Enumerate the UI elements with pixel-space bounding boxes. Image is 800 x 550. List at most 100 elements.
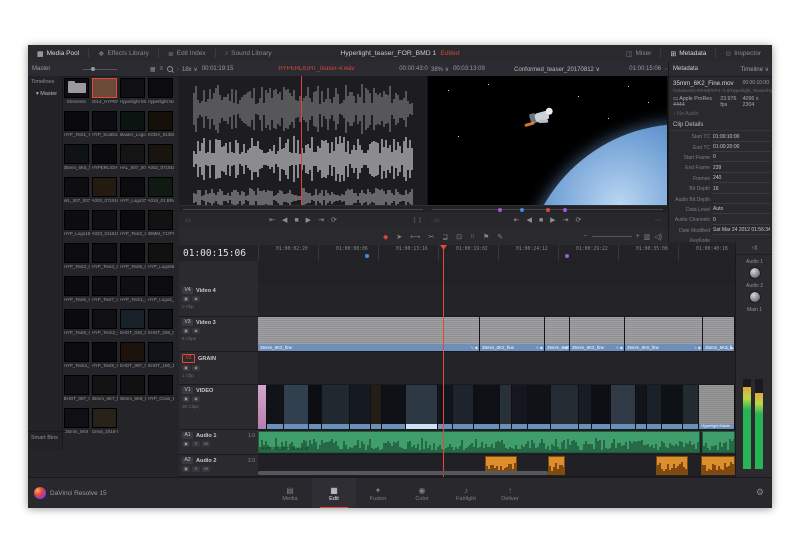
in-out-icons[interactable]: ⟦ ⟧ (413, 217, 421, 224)
metadata-preset-select[interactable]: Timeline ∨ (740, 66, 769, 73)
track-lane-v1[interactable]: Hyperlight Maste... (258, 385, 735, 430)
track-control-icon[interactable]: M (202, 441, 210, 447)
search-icon[interactable] (167, 66, 173, 72)
media-clip[interactable]: HYP_Logo2_HA... (147, 276, 174, 309)
insert-clip-icon[interactable]: ⊒ (438, 233, 452, 241)
timeline-audio-clip-a2[interactable] (701, 456, 735, 475)
timeline-clip-v1[interactable] (284, 385, 309, 429)
track-header-a1[interactable]: A1 Audio 1 1.0 ▣ S M (179, 430, 258, 455)
meters-header-icon[interactable]: ◁) (736, 242, 772, 255)
timeline-name-select[interactable]: Conformed_teaser_20170812 ∨ (489, 66, 626, 73)
zoom-out-icon[interactable]: − (583, 233, 587, 240)
page-tab-color[interactable]: ◉ Color (400, 478, 444, 508)
go-to-first-frame-button[interactable]: ⇤ (269, 216, 275, 224)
timeline-clip-v1[interactable] (370, 385, 382, 429)
media-clip[interactable]: 2014_HYPERLIGH... (91, 78, 118, 111)
media-clip[interactable]: HYPERLIGHT_te... (91, 144, 118, 177)
media-clip[interactable]: HYP_Text4_Outp... (91, 243, 118, 276)
track-badge[interactable]: V1 (182, 387, 193, 394)
media-clip[interactable]: WL_007_0070_la... (63, 177, 90, 210)
play-reverse-button[interactable]: ◀ (282, 216, 287, 224)
track-header-v2[interactable]: V2 GRAIN ▣ ◉ 1 Clip (179, 352, 258, 385)
page-tab-fairlight[interactable]: ♪ Fairlight (444, 478, 488, 508)
timeline-clip-v3[interactable]: 35mm_6K0_fine∿ ◆ (625, 317, 703, 351)
timeline-audio-clip-a2[interactable] (656, 456, 688, 475)
media-clip[interactable]: HYP_Text3_Outp... (63, 243, 90, 276)
track-control-icon[interactable]: ▣ (182, 296, 190, 302)
metadata-field-value[interactable] (713, 195, 770, 205)
source-zoom-select[interactable]: 18x ∨ (182, 66, 198, 73)
timeline-clip-v3[interactable]: 35mm_6K2_fine ∿ ◆ (570, 317, 625, 351)
timeline-clip-v1[interactable] (646, 385, 662, 429)
media-clip[interactable]: HYP_Text6_Outp... (63, 276, 90, 309)
pan-knob-audio2[interactable] (748, 291, 761, 303)
stop-button[interactable]: ■ (539, 217, 543, 224)
media-clip[interactable]: HYP_Text2_Outp... (119, 210, 146, 243)
metadata-field-value[interactable]: 240 (713, 174, 770, 184)
go-to-last-frame-button[interactable]: ⇥ (318, 216, 324, 224)
play-reverse-button[interactable]: ◀ (527, 216, 532, 224)
timeline-clip-v1[interactable] (611, 385, 636, 429)
media-clip[interactable]: 35mm_6K5_fine (63, 144, 90, 177)
media-clip[interactable]: HYP_Text9_Outp... (91, 342, 118, 375)
audio-monitor-icon[interactable]: ◁) (654, 233, 662, 241)
media-clip[interactable]: 35mm_6K8_fine (119, 375, 146, 408)
ruler-marker[interactable] (365, 254, 369, 258)
media-clip[interactable]: 35mm_6K7_fine (91, 375, 118, 408)
media-clip[interactable]: HYP_Teck2_Out... (91, 309, 118, 342)
toolbar-inspector-button[interactable]: ⊙ Inspector (716, 45, 770, 62)
timeline-marker-dot[interactable] (520, 207, 524, 212)
media-clip[interactable]: HYP_Text1_Out... (63, 111, 90, 144)
timeline-clip-v1[interactable] (528, 385, 551, 429)
metadata-field-value[interactable]: Auto (713, 205, 770, 215)
media-clip[interactable]: HYP_Text7_Outp... (91, 276, 118, 309)
settings-gear-icon[interactable]: ⚙ (756, 487, 764, 498)
media-clip[interactable]: KODA_0136524... (147, 111, 174, 144)
mixer-strip-audio1[interactable]: Audio 1 (736, 255, 772, 279)
media-clip[interactable]: SHOT_030_6977... (119, 309, 146, 342)
track-header-v4[interactable]: V4 Video 4 ▣ ◉ 0 Clip (179, 285, 258, 317)
play-button[interactable]: ▶ (550, 216, 555, 224)
grid-view-icon[interactable]: ▦ (150, 66, 156, 73)
media-clip[interactable]: SHOT_036_0360... (147, 309, 174, 342)
track-control-icon[interactable]: ▣ (182, 466, 190, 472)
go-to-last-frame-button[interactable]: ⇥ (563, 216, 569, 224)
timeline-clip-v1[interactable] (267, 385, 285, 429)
source-playhead[interactable] (301, 76, 302, 205)
smart-bins-label[interactable]: Smart Bins (28, 431, 68, 444)
track-badge[interactable]: V3 (182, 319, 193, 326)
toolbar-media-pool-button[interactable]: ▦ Media Pool (28, 45, 88, 62)
timeline-ruler[interactable]: 01:00:02:20 01:00:08:06 01:00:13:16 01:00:1… (258, 245, 735, 262)
timeline-clip-v1[interactable] (258, 385, 268, 429)
track-header-a2[interactable]: A2 Audio 2 2.0 ▣ S M (179, 455, 258, 477)
timeline-clip-v3[interactable]: 35mm_6K2_fine ∿ ◆ (258, 317, 480, 351)
page-tab-deliver[interactable]: ↑ Deliver (488, 478, 532, 508)
media-clip[interactable]: A002_07191847... (147, 144, 174, 177)
pen-icon[interactable]: ✎ (493, 233, 507, 241)
match-frame-icon[interactable]: ▭ (185, 217, 191, 224)
loop-button[interactable]: ⟳ (331, 216, 337, 224)
source-viewer[interactable] (179, 76, 428, 208)
timeline-audio-clip-a1[interactable] (702, 431, 735, 453)
timeline-clip-v1[interactable] (500, 385, 512, 429)
timeline-clip-v1[interactable] (474, 385, 501, 429)
media-clip[interactable]: HYP_Scat512_Ou... (91, 111, 118, 144)
track-lane-v3[interactable]: 35mm_6K2_fine∿ ◆35mm_6K2_fine∿ ◆35mm_6K0… (258, 317, 735, 352)
timeline-zoom-slider[interactable] (591, 236, 632, 237)
track-control-icon[interactable]: ◉ (192, 296, 200, 302)
track-header-v3[interactable]: V3 Video 3 ▣ ◉ 6 Clips (179, 317, 258, 352)
media-clip[interactable]: HYP_Text5_Outp... (119, 243, 146, 276)
list-view-icon[interactable]: ≡ (159, 66, 163, 72)
loop-button[interactable]: ⟳ (575, 216, 581, 224)
snapping-icon[interactable]: ∩ (466, 233, 479, 241)
media-clip[interactable]: Hyperlight Maste... (119, 78, 146, 111)
media-bin-folder[interactable]: Elements (63, 78, 90, 111)
media-clip[interactable]: HAL_007_0070_l... (119, 144, 146, 177)
timeline-clip-v1[interactable] (551, 385, 580, 429)
play-button[interactable]: ▶ (306, 216, 311, 224)
track-badge[interactable]: A2 (182, 457, 193, 464)
track-control-icon[interactable]: S (192, 466, 200, 472)
timeline-clip-v3[interactable]: 35mm_6K2_fi... ∿ ◆ (703, 317, 735, 351)
toolbar-sound-library-button[interactable]: ♪ Sound Library (216, 45, 281, 62)
timeline-clip-v1[interactable] (682, 385, 700, 429)
